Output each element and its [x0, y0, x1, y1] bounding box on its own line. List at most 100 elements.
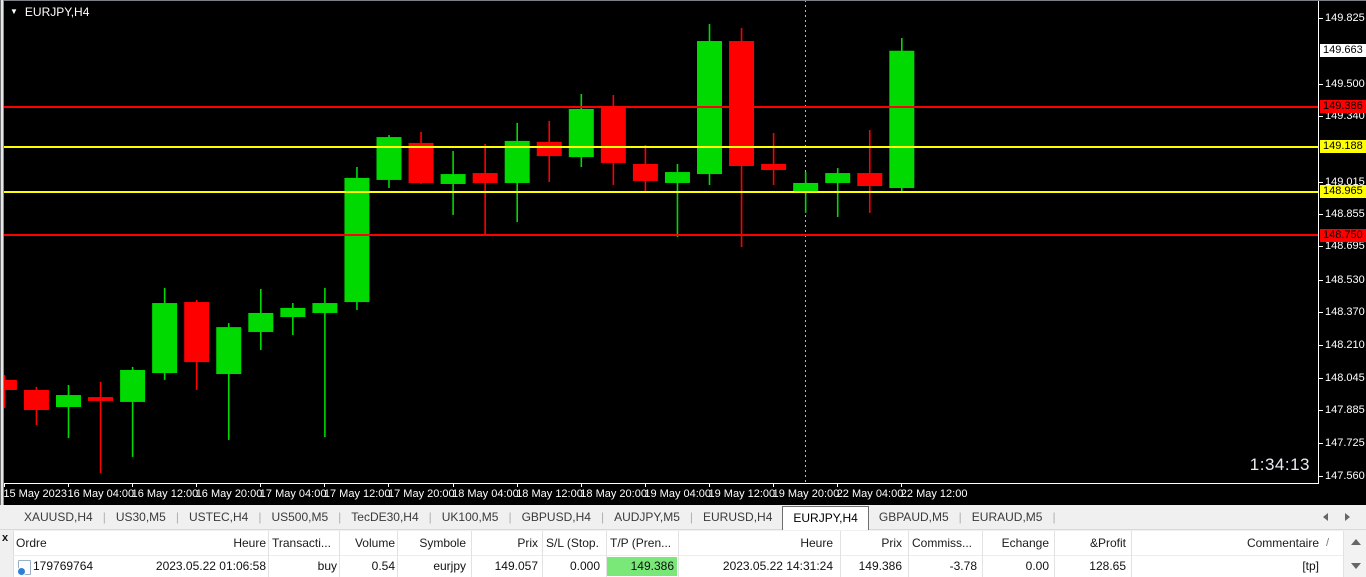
price-level-line[interactable]: [0, 191, 1318, 193]
symbol-tab-eurusd[interactable]: EURUSD,H4: [693, 505, 782, 530]
row-cell-6: 0.000: [546, 556, 600, 576]
column-header-8[interactable]: Heure: [682, 531, 833, 555]
price-tick-mark: [1319, 182, 1323, 183]
candle-body: [569, 109, 594, 157]
symbol-tab-eurjpy[interactable]: EURJPY,H4: [782, 506, 868, 530]
time-tick-label: 15 May 2023: [3, 488, 67, 500]
time-tick-mark: [324, 484, 325, 487]
tab-scroll-left-icon[interactable]: [1323, 513, 1328, 521]
symbol-tab-us30[interactable]: US30,M5: [106, 505, 176, 530]
column-header-10[interactable]: Commiss...: [912, 531, 977, 555]
column-header-5[interactable]: Prix: [475, 531, 538, 555]
row-cell-7: 149.386: [610, 556, 674, 576]
price-tick-mark: [1319, 443, 1323, 444]
row-cell-0: 179769764: [33, 556, 150, 576]
column-header-9[interactable]: Prix: [844, 531, 902, 555]
price-tick-label: 148.045: [1325, 372, 1365, 384]
candle-countdown-timer: 1:34:13: [1250, 455, 1310, 475]
candle-body: [665, 172, 690, 183]
table-scrollbar[interactable]: [1343, 531, 1366, 577]
candle-body: [152, 303, 177, 373]
row-cell-3: 0.54: [343, 556, 395, 576]
time-tick-label: 22 May 04:00: [837, 488, 904, 500]
symbol-tab-ustec[interactable]: USTEC,H4: [179, 505, 258, 530]
column-header-2[interactable]: Transacti...: [272, 531, 337, 555]
symbol-tab-gbpusd[interactable]: GBPUSD,H4: [512, 505, 601, 530]
price-level-line[interactable]: [0, 106, 1318, 108]
time-tick-label: 18 May 12:00: [516, 488, 583, 500]
candle-body: [537, 142, 562, 156]
column-header-13[interactable]: Commentaire: [1135, 531, 1319, 555]
column-header-11[interactable]: Echange: [986, 531, 1049, 555]
symbol-tab-gbpaud[interactable]: GBPAUD,M5: [869, 505, 959, 530]
time-tick-mark: [68, 484, 69, 487]
time-tick-mark: [709, 484, 710, 487]
price-tick-mark: [1319, 246, 1323, 247]
time-tick-label: 16 May 04:00: [68, 488, 135, 500]
price-level-tag: 148.965: [1320, 185, 1366, 198]
time-tick-mark: [837, 484, 838, 487]
time-tick-mark: [901, 484, 902, 487]
time-tick-mark: [260, 484, 261, 487]
scroll-down-icon[interactable]: [1351, 563, 1361, 569]
time-tick-label: 22 May 12:00: [901, 488, 968, 500]
symbol-dropdown-icon[interactable]: ▼: [10, 6, 18, 18]
candle-wick: [292, 303, 294, 335]
time-tick-mark: [773, 484, 774, 487]
time-tick-label: 19 May 12:00: [709, 488, 776, 500]
column-header-0[interactable]: Ordre: [16, 531, 150, 555]
symbol-tab-uk100[interactable]: UK100,M5: [432, 505, 509, 530]
price-tick-mark: [1319, 214, 1323, 215]
candle-body: [88, 397, 113, 401]
current-price-tag: 149.663: [1320, 44, 1366, 57]
header-sort-indicator: /: [1326, 531, 1329, 555]
symbol-tab-us500[interactable]: US500,M5: [261, 505, 338, 530]
chart-tab-bar: XAUUSD,H4|US30,M5|USTEC,H4|US500,M5|TecD…: [0, 505, 1366, 530]
candle-body: [216, 327, 241, 374]
candle-wick: [773, 133, 775, 185]
candle-body: [441, 174, 466, 184]
symbol-tab-euraud[interactable]: EURAUD,M5: [962, 505, 1053, 530]
time-tick-label: 17 May 20:00: [388, 488, 455, 500]
time-tick-mark: [453, 484, 454, 487]
price-tick-label: 149.500: [1325, 78, 1365, 90]
candle-body: [409, 143, 434, 183]
candle-body: [312, 303, 337, 313]
symbol-tab-tecde30[interactable]: TecDE30,H4: [341, 505, 428, 530]
column-header-4[interactable]: Symbole: [401, 531, 466, 555]
window-left-edge: [0, 0, 4, 505]
scroll-up-icon[interactable]: [1351, 539, 1361, 545]
candle-body: [889, 51, 914, 188]
column-header-12[interactable]: &Profit: [1058, 531, 1126, 555]
price-level-line[interactable]: [0, 146, 1318, 148]
symbol-tab-xauusd[interactable]: XAUUSD,H4: [14, 505, 103, 530]
symbol-tab-audjpy[interactable]: AUDJPY,M5: [604, 505, 690, 530]
tab-separator: |: [1052, 510, 1055, 524]
price-tick-mark: [1319, 378, 1323, 379]
window-top-edge: [0, 0, 1366, 1]
column-header-6[interactable]: S/L (Stop...: [546, 531, 600, 555]
candlestick-chart-area[interactable]: ▼ EURJPY,H4 1:34:13: [0, 0, 1318, 483]
price-level-tag: 149.386: [1320, 100, 1366, 113]
toolbox-panel: XAUUSD,H4|US30,M5|USTEC,H4|US500,M5|TecD…: [0, 505, 1366, 577]
candle-body: [825, 173, 850, 183]
time-tick-mark: [196, 484, 197, 487]
time-tick-mark: [581, 484, 582, 487]
column-header-3[interactable]: Volume: [343, 531, 395, 555]
column-header-1[interactable]: Heure: [150, 531, 266, 555]
candle-body: [184, 302, 209, 362]
time-axis[interactable]: 15 May 202316 May 04:0016 May 12:0016 Ma…: [0, 484, 1366, 505]
column-header-7[interactable]: T/P (Pren...: [610, 531, 674, 555]
candle-body: [248, 313, 273, 332]
tab-scroll-right-icon[interactable]: [1345, 513, 1350, 521]
price-tick-label: 148.695: [1325, 240, 1365, 252]
row-cell-5: 149.057: [475, 556, 538, 576]
price-level-line[interactable]: [0, 234, 1318, 236]
candle-body: [473, 173, 498, 183]
chart-symbol-label: ▼ EURJPY,H4: [10, 5, 89, 19]
price-tick-mark: [1319, 410, 1323, 411]
candle-body: [280, 308, 305, 317]
price-tick-label: 148.855: [1325, 208, 1365, 220]
close-icon[interactable]: x: [2, 532, 8, 544]
price-axis[interactable]: 149.825149.500149.340149.015148.855148.6…: [1318, 0, 1366, 484]
